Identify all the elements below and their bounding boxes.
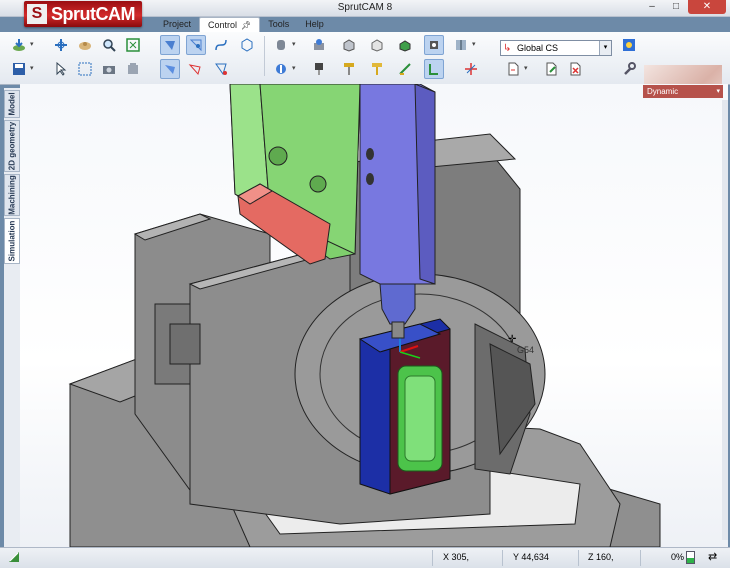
machine-icon[interactable] (310, 36, 328, 54)
wireframe-view-icon[interactable] (238, 36, 256, 54)
coord-z: Z 160, (588, 552, 614, 562)
measure-icon[interactable] (396, 60, 414, 78)
status-separator (578, 550, 579, 566)
snapshot-icon[interactable] (124, 60, 142, 78)
coordinate-system-select[interactable]: ↳ Global CS ▾ (500, 40, 612, 56)
fixture-icon[interactable] (396, 36, 414, 54)
minimize-button[interactable]: – (640, 0, 664, 14)
stock-dropdown-icon[interactable]: ▾ (292, 36, 298, 54)
view-mode-value: Dynamic (647, 87, 679, 96)
sync-icon[interactable]: ⇄ (708, 550, 717, 563)
settings-wrench-icon[interactable] (620, 60, 638, 78)
status-grip-icon[interactable] (8, 551, 20, 563)
tab-2d-geometry[interactable]: 2D geometry (4, 120, 20, 172)
app-logo[interactable]: S SprutCAM (24, 1, 142, 27)
menu-tools[interactable]: Tools (260, 17, 297, 32)
tab-simulation-label: Simulation (7, 220, 17, 262)
maximize-button[interactable]: □ (664, 0, 688, 14)
logo-mark-icon: S (27, 4, 47, 24)
tool-gold-icon[interactable] (368, 60, 386, 78)
tab-machining-label: Machining (7, 175, 17, 215)
collision-check-icon[interactable] (424, 59, 444, 79)
simulation-viewport[interactable]: G54 ✛ (20, 84, 728, 547)
menu-bar: Project Control 📌︎ Tools Help (155, 17, 332, 32)
machine-setup-icon[interactable] (452, 36, 470, 54)
stock-cylinder-icon[interactable] (272, 36, 290, 54)
save-dropdown-icon[interactable]: ▾ (30, 60, 36, 78)
chevron-down-icon[interactable]: ▾ (599, 41, 611, 55)
tab-model-label: Model (7, 92, 17, 116)
cursor-crosshair-icon: ✛ (508, 334, 517, 345)
progress-text: 0% (671, 552, 685, 562)
tool-icon[interactable] (340, 60, 358, 78)
tab-simulation[interactable]: Simulation (4, 218, 20, 264)
coordinate-system-value: Global CS (517, 43, 559, 53)
select-arrow-icon[interactable] (52, 60, 70, 78)
pan-icon[interactable] (52, 36, 70, 54)
coord-x: X 305, (443, 552, 470, 562)
menu-control[interactable]: Control 📌︎ (199, 17, 261, 32)
camera-icon[interactable] (100, 60, 118, 78)
progress-indicator (686, 551, 695, 564)
menu-control-label: Control (208, 20, 238, 30)
export-dropdown-icon[interactable]: ▾ (524, 60, 530, 78)
pin-icon[interactable]: 📌︎ (241, 21, 251, 30)
tool-holder-icon[interactable] (424, 35, 444, 55)
shaded-view-icon[interactable] (160, 35, 180, 55)
surface-mesh-icon[interactable] (186, 60, 204, 78)
import-icon[interactable] (10, 36, 28, 54)
chevron-down-icon[interactable]: ▾ (716, 85, 720, 98)
view-mode-select[interactable]: Dynamic ▾ (643, 85, 723, 98)
zoom-icon[interactable] (100, 36, 118, 54)
export-icon[interactable] (504, 60, 522, 78)
spindle-icon[interactable] (310, 60, 328, 78)
tab-model[interactable]: Model (4, 90, 20, 118)
menu-project-label: Project (163, 19, 192, 29)
color-settings-icon[interactable] (620, 36, 638, 54)
surface-view-icon[interactable] (160, 59, 180, 79)
ribbon-toolbar: ▾ ▾ ▾ ↳ Global CS ▾ ▾ ▾ ▾ (0, 32, 730, 115)
point-view-icon[interactable] (186, 35, 206, 55)
tab-machining[interactable]: Machining (4, 174, 20, 216)
zoom-extents-icon[interactable] (124, 36, 142, 54)
window-controls: – □ ✕ (640, 0, 726, 14)
save-icon[interactable] (10, 60, 28, 78)
close-button[interactable]: ✕ (688, 0, 726, 14)
logo-text: SprutCAM (51, 4, 136, 24)
edit-document-icon[interactable] (542, 60, 560, 78)
menu-help-label: Help (305, 19, 324, 29)
setup-dropdown-icon[interactable]: ▾ (472, 36, 478, 54)
coord-y: Y 44,634 (513, 552, 549, 562)
rotate-dropdown-icon[interactable]: ▾ (292, 60, 298, 78)
status-separator (640, 550, 641, 566)
menu-tools-label: Tools (268, 19, 290, 29)
viewport-scrollbar[interactable] (722, 100, 728, 540)
rotate-3d-icon[interactable] (272, 60, 290, 78)
rotate-view-icon[interactable] (76, 36, 94, 54)
part-icon[interactable] (340, 36, 358, 54)
workpiece-icon[interactable] (368, 36, 386, 54)
selection-box-icon[interactable] (76, 60, 94, 78)
menu-project[interactable]: Project (155, 17, 199, 32)
machine-3d-scene (68, 84, 661, 547)
coordinate-system-icon: ↳ (503, 43, 512, 54)
mode-tabs: Model 2D geometry Machining Simulation (4, 88, 20, 548)
status-separator (432, 550, 433, 566)
status-separator (502, 550, 503, 566)
menu-help[interactable]: Help (297, 17, 332, 32)
toolbar-separator (264, 36, 265, 76)
work-offset-label: G54 (517, 345, 535, 355)
progress-fill (687, 557, 694, 563)
toolpath-filter-icon[interactable] (212, 60, 230, 78)
path-view-icon[interactable] (212, 36, 230, 54)
status-bar: X 305, Y 44,634 Z 160, 0% ⇄ (0, 547, 730, 568)
axes-icon[interactable] (462, 60, 480, 78)
delete-document-icon[interactable] (566, 60, 584, 78)
tab-2d-geometry-label: 2D geometry (7, 121, 17, 171)
import-dropdown-icon[interactable]: ▾ (30, 36, 36, 54)
